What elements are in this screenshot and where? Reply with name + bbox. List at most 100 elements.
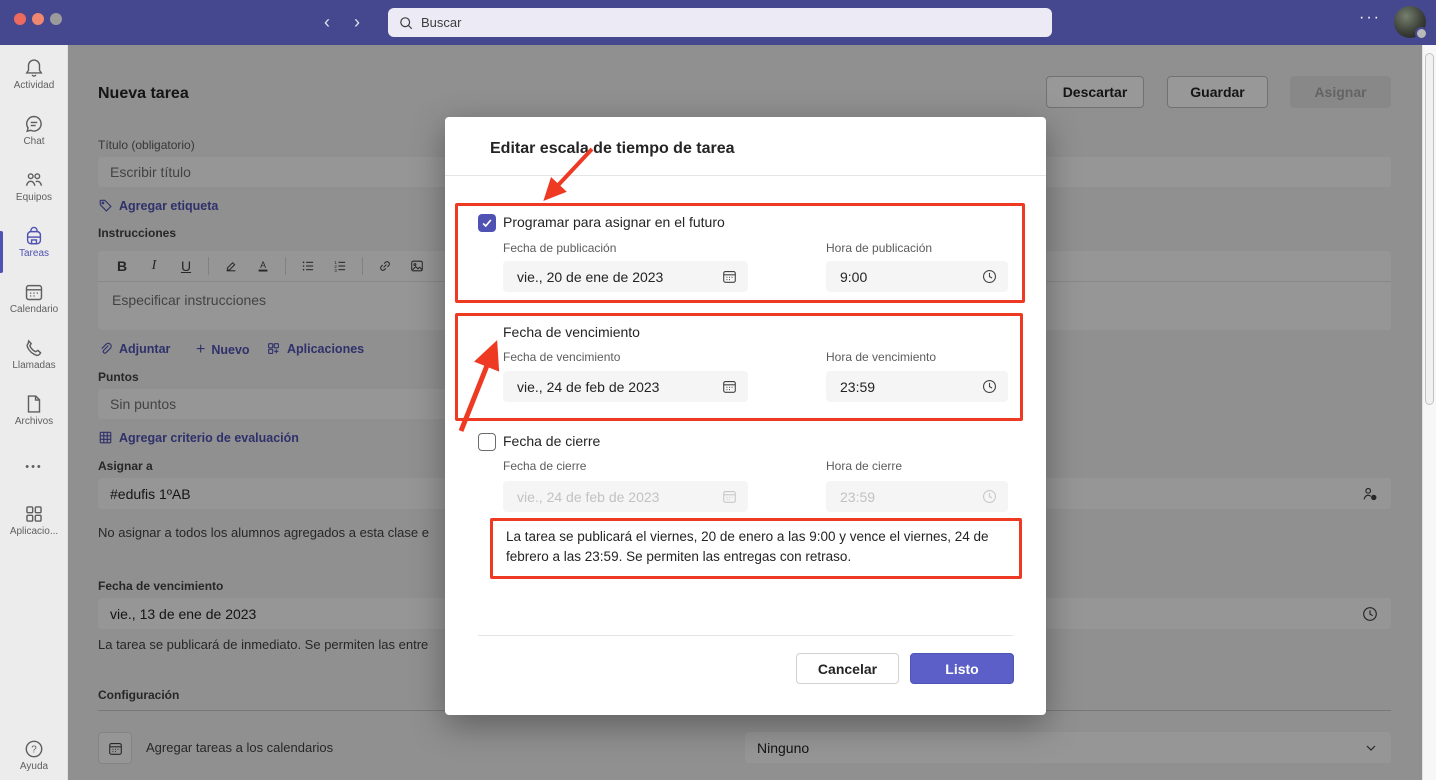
- calendar-icon: [0, 281, 68, 303]
- sidebar-item-actividad[interactable]: Actividad: [0, 57, 68, 91]
- more-options-button[interactable]: ···: [1359, 9, 1381, 27]
- calendar-icon[interactable]: [721, 378, 738, 395]
- points-label: Puntos: [98, 370, 139, 384]
- back-button[interactable]: ‹: [316, 11, 338, 33]
- add-tag-button[interactable]: Agregar etiqueta: [98, 198, 218, 213]
- close-checkbox-label: Fecha de cierre: [503, 433, 600, 449]
- clock-icon[interactable]: [981, 268, 998, 285]
- publish-date-label: Fecha de publicación: [503, 241, 616, 255]
- publish-time-input[interactable]: 9:00: [826, 261, 1008, 292]
- sidebar-item-archivos[interactable]: Archivos: [0, 393, 68, 427]
- sidebar-item-equipos[interactable]: Equipos: [0, 169, 68, 203]
- file-icon: [0, 393, 68, 415]
- instructions-label: Instrucciones: [98, 226, 176, 240]
- people-icon: [0, 169, 68, 191]
- assign-button[interactable]: Asignar: [1290, 76, 1391, 108]
- schedule-checkbox[interactable]: [478, 214, 496, 232]
- calendar-icon: [721, 488, 738, 505]
- sidebar-item-label: Chat: [0, 136, 68, 147]
- app-rail: Actividad Chat Equipos Tareas Calendario…: [0, 45, 68, 780]
- avatar[interactable]: [1394, 6, 1426, 38]
- assign-people-icon[interactable]: [1361, 485, 1379, 503]
- edit-timeline-dialog: Editar escala de tiempo de tarea Program…: [445, 117, 1046, 715]
- publish-time-label: Hora de publicación: [826, 241, 932, 255]
- paperclip-icon: [98, 341, 113, 356]
- instructions-placeholder: Especificar instrucciones: [112, 292, 266, 308]
- vertical-scrollbar[interactable]: [1422, 45, 1436, 780]
- window-close-button[interactable]: [14, 13, 26, 25]
- due-note: La tarea se publicará de inmediato. Se p…: [98, 637, 428, 652]
- due-date-input[interactable]: vie., 24 de feb de 2023: [503, 371, 748, 402]
- highlighter-icon[interactable]: [217, 254, 245, 278]
- phone-icon: [0, 337, 68, 359]
- title-bar: ‹ › Buscar ···: [0, 0, 1436, 45]
- clock-icon[interactable]: [1361, 605, 1379, 623]
- new-button[interactable]: + Nuevo: [196, 341, 250, 359]
- save-button[interactable]: Guardar: [1167, 76, 1268, 108]
- timeline-summary: La tarea se publicará el viernes, 20 de …: [506, 527, 1000, 566]
- scrollbar-thumb[interactable]: [1425, 53, 1434, 405]
- sidebar-more-button[interactable]: •••: [0, 461, 68, 473]
- apps-button[interactable]: Aplicaciones: [266, 341, 364, 356]
- forward-button[interactable]: ›: [346, 11, 368, 33]
- svg-text:A: A: [260, 260, 266, 270]
- window-minimize-button[interactable]: [32, 13, 44, 25]
- attach-button[interactable]: Adjuntar: [98, 341, 170, 356]
- chat-icon: [0, 113, 68, 135]
- add-rubric-button[interactable]: Agregar criterio de evaluación: [98, 430, 299, 445]
- search-placeholder: Buscar: [421, 15, 461, 30]
- calendar-setting-dropdown[interactable]: Ninguno: [745, 732, 1391, 763]
- window-zoom-button[interactable]: [50, 13, 62, 25]
- close-date-input: vie., 24 de feb de 2023: [503, 481, 748, 512]
- dialog-header-divider: [445, 175, 1046, 176]
- page-title: Nueva tarea: [98, 85, 189, 103]
- search-input[interactable]: Buscar: [388, 8, 1052, 37]
- backpack-icon: [0, 225, 68, 247]
- bold-button[interactable]: B: [108, 254, 136, 278]
- presence-badge: [1415, 27, 1428, 40]
- calendar-setting-label: Agregar tareas a los calendarios: [146, 740, 333, 755]
- sidebar-item-label: Llamadas: [0, 360, 68, 371]
- dialog-footer-divider: [478, 635, 1013, 636]
- discard-button[interactable]: Descartar: [1046, 76, 1144, 108]
- search-icon: [398, 15, 414, 31]
- sidebar-item-llamadas[interactable]: Llamadas: [0, 337, 68, 371]
- close-date-checkbox[interactable]: [478, 433, 496, 451]
- sidebar-item-chat[interactable]: Chat: [0, 113, 68, 147]
- image-icon[interactable]: [403, 254, 431, 278]
- assign-note: No asignar a todos los alumnos agregados…: [98, 525, 429, 540]
- sidebar-item-aplicaciones[interactable]: Aplicacio...: [0, 503, 68, 537]
- numbered-list-icon[interactable]: 123: [326, 254, 354, 278]
- sidebar-item-label: Actividad: [0, 80, 68, 91]
- italic-button[interactable]: I: [140, 254, 168, 278]
- settings-label: Configuración: [98, 688, 179, 702]
- sidebar-item-calendario[interactable]: Calendario: [0, 281, 68, 315]
- sidebar-item-label: Equipos: [0, 192, 68, 203]
- calendar-setting-icon-button[interactable]: [98, 732, 132, 764]
- sidebar-item-label: Aplicacio...: [0, 526, 68, 537]
- font-color-icon[interactable]: A: [249, 254, 277, 278]
- cancel-button[interactable]: Cancelar: [796, 653, 899, 684]
- sidebar-item-label: Tareas: [0, 248, 68, 259]
- done-button[interactable]: Listo: [910, 653, 1014, 684]
- link-icon[interactable]: [371, 254, 399, 278]
- due-time-label: Hora de vencimiento: [826, 350, 936, 364]
- teams-window: ‹ › Buscar ··· Actividad Chat Equipos: [0, 0, 1436, 780]
- tag-icon: [98, 198, 113, 213]
- clock-icon[interactable]: [981, 378, 998, 395]
- publish-date-input[interactable]: vie., 20 de ene de 2023: [503, 261, 748, 292]
- calendar-icon[interactable]: [721, 268, 738, 285]
- title-field-label: Título (obligatorio): [98, 138, 195, 152]
- close-time-label: Hora de cierre: [826, 459, 902, 473]
- due-time-input[interactable]: 23:59: [826, 371, 1008, 402]
- apps-grid-icon: [266, 341, 281, 356]
- sidebar-item-ayuda[interactable]: ? Ayuda: [0, 738, 68, 772]
- bullet-list-icon[interactable]: [294, 254, 322, 278]
- assign-to-label: Asignar a: [98, 459, 153, 473]
- svg-text:3: 3: [334, 268, 337, 273]
- underline-button[interactable]: U: [172, 254, 200, 278]
- close-time-input: 23:59: [826, 481, 1008, 512]
- close-date-label: Fecha de cierre: [503, 459, 586, 473]
- sidebar-item-tareas[interactable]: Tareas: [0, 225, 68, 259]
- svg-text:?: ?: [31, 745, 37, 756]
